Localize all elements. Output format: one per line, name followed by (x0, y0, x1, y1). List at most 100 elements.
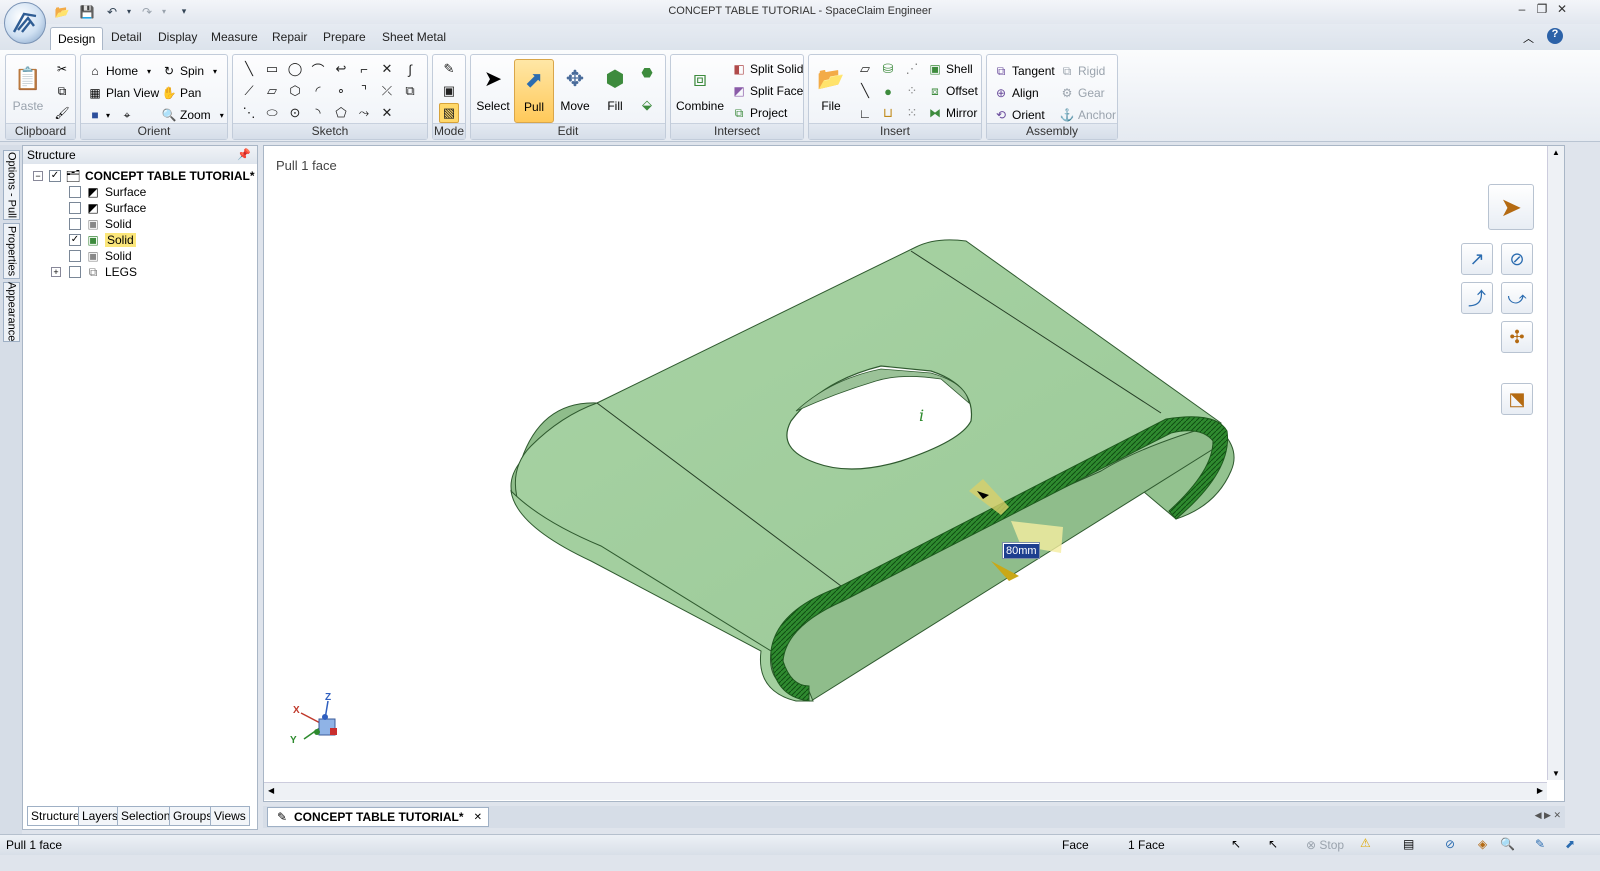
shell-button[interactable]: ▣ Shell (927, 59, 972, 79)
application-menu-button[interactable] (4, 2, 46, 44)
rigid-button[interactable]: ⧉ Rigid (1059, 61, 1106, 81)
home-button[interactable]: ⌂ Home ▾ (87, 61, 151, 81)
face-curve-icon[interactable]: ⬠ (331, 103, 351, 123)
tab-sheet-metal[interactable]: Sheet Metal (382, 30, 446, 44)
offset-curve-icon[interactable]: ⌐ (354, 59, 374, 79)
view-cube-button[interactable]: ■ ▾ ⌖ (87, 105, 135, 125)
render-icon[interactable]: ◈ (1478, 837, 1487, 851)
replace-icon[interactable]: ⬙ (637, 95, 657, 115)
model-canvas[interactable]: i (264, 146, 1564, 801)
tree-checkbox[interactable] (69, 250, 81, 262)
selection-filter[interactable]: Face (1062, 838, 1089, 852)
section-mode-icon[interactable]: ▣ (439, 81, 459, 101)
open-icon[interactable]: 📂 (53, 3, 71, 20)
gear-button[interactable]: ⚙ Gear (1059, 83, 1105, 103)
file-button[interactable]: 📂 File (811, 59, 851, 123)
tree-root[interactable]: − ✓ 🗂 CONCEPT TABLE TUTORIAL* (33, 168, 255, 184)
tree-item-solid[interactable]: ▣ Solid (69, 248, 132, 264)
scroll-right-icon[interactable]: ▶ (1537, 786, 1543, 795)
tab-nav-icons[interactable]: ◀ ▶ ✕ (1535, 810, 1561, 821)
redo-dropdown-icon[interactable]: ▾ (155, 3, 173, 20)
select-button[interactable]: ➤ Select (473, 59, 513, 123)
sweep-guide-button[interactable]: ⤻ (1501, 282, 1533, 314)
tree-item-solid[interactable]: ▣ Solid (69, 216, 132, 232)
tab-design[interactable]: Design (50, 27, 104, 50)
mirror-button[interactable]: ⧓ Mirror (927, 103, 977, 123)
tree-checkbox[interactable] (69, 266, 81, 278)
select-mode-icon[interactable]: ↖ (1268, 837, 1278, 851)
orient-button[interactable]: ⟲ Orient (993, 105, 1045, 125)
collapse-ribbon-icon[interactable]: ︿ (1523, 30, 1534, 46)
plane-icon[interactable]: ▱ (855, 59, 875, 79)
minimize-icon[interactable]: – (1512, 2, 1532, 18)
format-painter-icon[interactable]: 🖌 (54, 105, 70, 121)
tree-checkbox[interactable] (69, 218, 81, 230)
close-tab-icon[interactable]: ✕ (474, 812, 482, 823)
pattern-grid-icon[interactable]: ⁙ (902, 103, 922, 123)
tab-properties[interactable]: Properties (3, 223, 20, 279)
undo-icon[interactable]: ↶ (103, 3, 121, 20)
tab-selection[interactable]: Selection (117, 806, 175, 826)
pattern-circular-icon[interactable]: ⁘ (902, 81, 922, 101)
spline-icon[interactable]: ∫ (400, 59, 420, 79)
draft-guide-button[interactable]: ⬔ (1501, 383, 1533, 415)
sphere-icon[interactable]: ● (878, 81, 898, 101)
root-checkbox[interactable]: ✓ (49, 170, 61, 182)
save-icon[interactable]: 💾 (78, 3, 96, 20)
fill-button[interactable]: ⬢ Fill (595, 59, 635, 123)
scale-icon[interactable]: ✕ (377, 103, 397, 123)
move-button[interactable]: ✥ Move (555, 59, 595, 123)
tangent-arc-icon[interactable]: ⌒ (308, 59, 328, 79)
pin-icon[interactable]: 📌 (237, 148, 251, 161)
restore-icon[interactable]: ❐ (1532, 2, 1552, 18)
vertical-scrollbar[interactable]: ▲ ▼ (1547, 146, 1564, 780)
scale-body-button[interactable]: ✣ (1501, 321, 1533, 353)
tab-options-pull[interactable]: Options - Pull (3, 150, 20, 220)
three-point-circle-icon[interactable]: ⊙ (285, 103, 305, 123)
help-icon[interactable]: ? (1547, 28, 1563, 44)
plan-view-button[interactable]: ▦ Plan View (87, 83, 159, 103)
redo-icon[interactable]: ↷ (138, 3, 156, 20)
tab-prepare[interactable]: Prepare (323, 30, 366, 44)
scroll-up-icon[interactable]: ▲ (1552, 148, 1560, 157)
selection-count[interactable]: 1 Face (1128, 838, 1165, 852)
pull-status-icon[interactable]: ⬈ (1565, 837, 1575, 851)
bend-icon[interactable]: ⤳ (354, 103, 374, 123)
scroll-down-icon[interactable]: ▼ (1552, 769, 1560, 778)
tree-checkbox[interactable] (69, 186, 81, 198)
three-point-rectangle-icon[interactable]: ▱ (262, 81, 282, 101)
horizontal-scrollbar[interactable]: ◀ ▶ (264, 782, 1547, 800)
construction-line-icon[interactable]: ⋱ (239, 103, 259, 123)
up-to-guide-button[interactable]: ⊘ (1501, 243, 1533, 275)
zoom-status-icon[interactable]: 🔍 (1500, 837, 1515, 851)
revolve-guide-button[interactable]: ⤴ (1461, 282, 1493, 314)
tree-item-legs[interactable]: + ⧉ LEGS (51, 264, 137, 280)
three-point-arc-icon[interactable]: ◜ (308, 81, 328, 101)
trim-icon[interactable]: ✕ (377, 59, 397, 79)
arc-icon[interactable]: ◝ (308, 103, 328, 123)
expand-icon[interactable]: + (51, 267, 61, 277)
point-icon[interactable]: ∘ (331, 81, 351, 101)
zoom-button[interactable]: 🔍 Zoom ▾ (161, 105, 224, 125)
origin-icon[interactable]: ∟ (855, 103, 875, 123)
pan-button[interactable]: ✋ Pan (161, 83, 202, 103)
undo-dropdown-icon[interactable]: ▾ (120, 3, 138, 20)
design-viewport[interactable]: Pull 1 face i Z X Y 80mm ➤ ↗ ⊘ ⤴ ⤻ ✣ ⬔ ▲… (263, 145, 1565, 802)
snap-icon[interactable]: ⊘ (1445, 837, 1455, 851)
blend-icon[interactable]: ⬣ (637, 63, 657, 83)
polygon-icon[interactable]: ⬡ (285, 81, 305, 101)
tab-structure[interactable]: Structure (27, 806, 84, 826)
anchor-button[interactable]: ⚓ Anchor (1059, 105, 1117, 125)
paste-button[interactable]: 📋 Paste (8, 59, 48, 123)
select-guide-button[interactable]: ➤ (1488, 184, 1534, 230)
close-icon[interactable]: ✕ (1552, 2, 1572, 18)
split-line-icon[interactable]: ⤫ (377, 81, 397, 101)
display-mode-icon[interactable]: ▤ (1403, 837, 1414, 851)
sketch-status-icon[interactable]: ✎ (1535, 837, 1545, 851)
tab-views[interactable]: Views (210, 806, 250, 826)
sketch-mode-icon[interactable]: ✎ (439, 59, 459, 79)
pull-button[interactable]: ⬈ Pull (514, 59, 554, 123)
cylinder-icon[interactable]: ⛁ (878, 59, 898, 79)
tangent-line-icon[interactable]: ⟋ (239, 81, 259, 101)
tab-layers[interactable]: Layers (78, 806, 123, 826)
